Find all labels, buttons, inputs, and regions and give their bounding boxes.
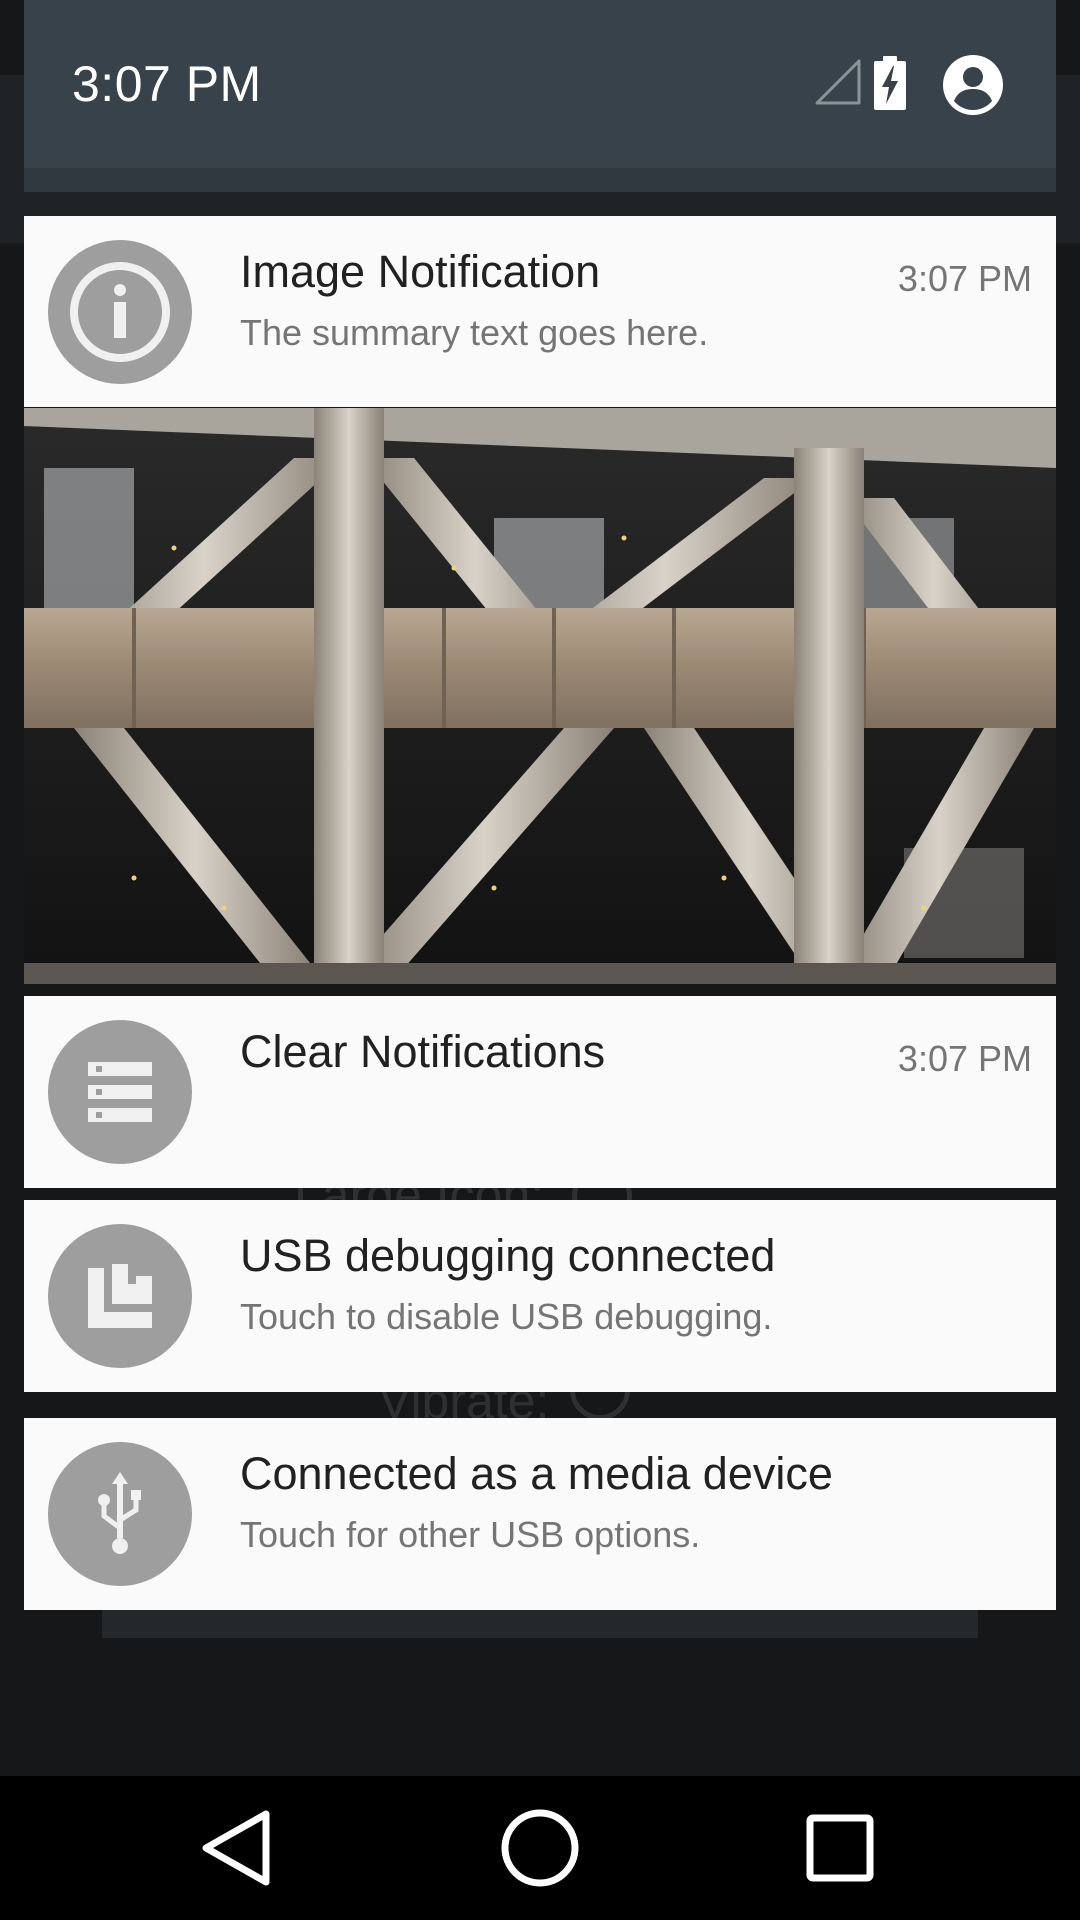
- notification-title: Connected as a media device: [240, 1448, 833, 1499]
- notification-clear[interactable]: Clear Notifications 3:07 PM: [24, 996, 1056, 1188]
- usb-icon: [48, 1442, 192, 1586]
- building-photo: [24, 408, 1056, 984]
- notification-title: Image Notification: [240, 246, 601, 297]
- usb-debug-icon: [48, 1224, 192, 1368]
- notification-shade-header[interactable]: 3:07 PM: [24, 0, 1056, 168]
- navigation-bar: [0, 1776, 1080, 1920]
- account-icon[interactable]: [942, 54, 1004, 116]
- notification-title: USB debugging connected: [240, 1230, 776, 1281]
- notification-image[interactable]: Image Notification The summary text goes…: [24, 216, 1056, 407]
- notification-summary: The summary text goes here.: [240, 312, 709, 353]
- clock: 3:07 PM: [72, 56, 262, 112]
- notification-summary: Touch for other USB options.: [240, 1514, 701, 1555]
- cell-signal-empty-icon: [814, 58, 862, 106]
- info-icon: [48, 240, 192, 384]
- notification-title: Clear Notifications: [240, 1026, 606, 1077]
- notification-big-picture[interactable]: [24, 408, 1056, 984]
- home-button[interactable]: [450, 1776, 630, 1920]
- notification-usb-debugging[interactable]: USB debugging connected Touch to disable…: [24, 1200, 1056, 1392]
- notification-summary: Touch to disable USB debugging.: [240, 1296, 773, 1337]
- notification-time: 3:07 PM: [897, 1038, 1032, 1079]
- back-button[interactable]: [148, 1776, 328, 1920]
- notification-time: 3:07 PM: [897, 258, 1032, 299]
- recents-button[interactable]: [750, 1776, 930, 1920]
- list-icon: [48, 1020, 192, 1164]
- battery-charging-icon: [872, 56, 908, 110]
- notification-usb-media[interactable]: Connected as a media device Touch for ot…: [24, 1418, 1056, 1610]
